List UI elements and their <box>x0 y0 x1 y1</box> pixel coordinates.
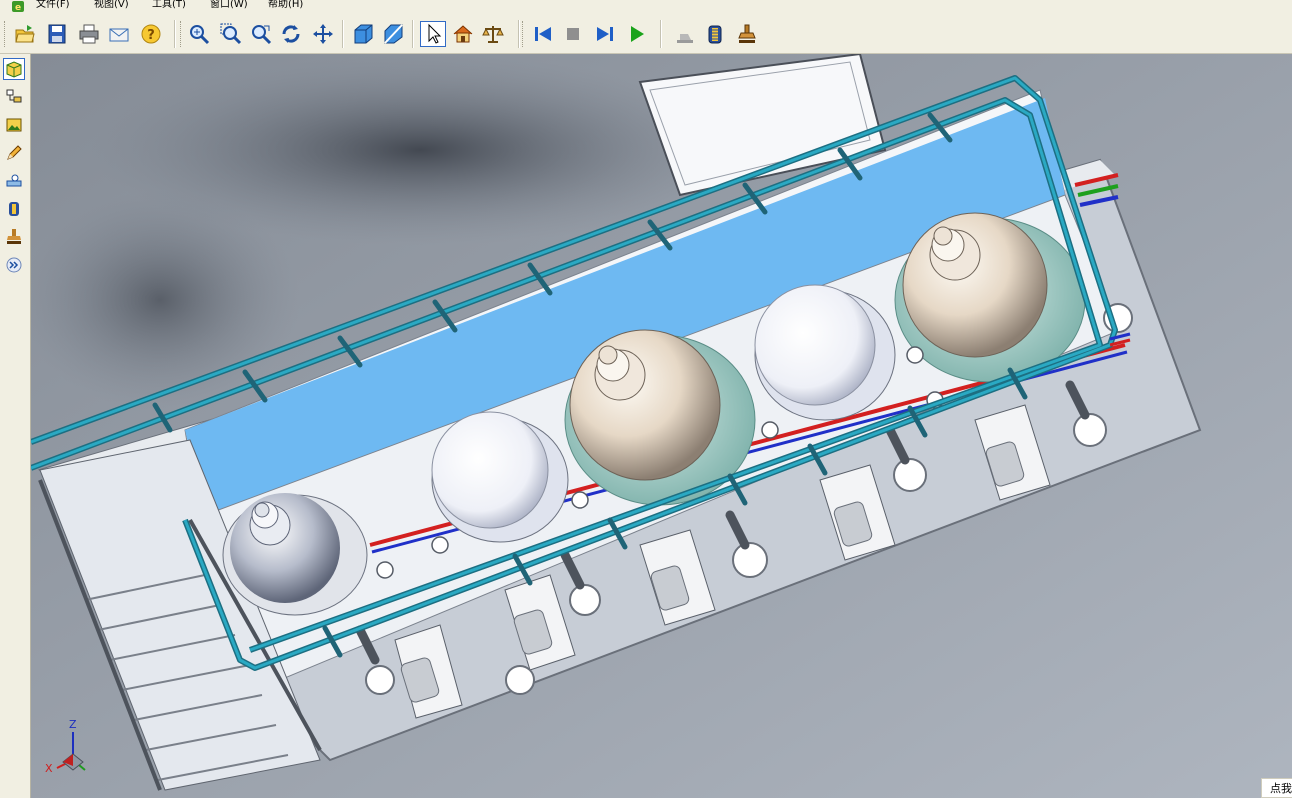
zoom-fit-button[interactable] <box>248 21 274 47</box>
select-button[interactable] <box>420 21 446 47</box>
open-button[interactable] <box>12 21 38 47</box>
help-button[interactable]: ? <box>138 21 164 47</box>
pencil-icon <box>7 145 22 160</box>
play-button[interactable] <box>624 21 650 47</box>
material-tool-icon <box>9 202 19 216</box>
app-logo-icon: e <box>12 1 24 13</box>
expand-panel-button[interactable] <box>3 254 25 276</box>
print-button[interactable] <box>76 21 102 47</box>
rotate-icon <box>282 25 300 43</box>
zoom-area-icon <box>220 23 242 45</box>
toolbar-separator <box>342 20 344 48</box>
email-icon <box>109 28 129 42</box>
print-icon <box>79 24 99 44</box>
step-forward-icon <box>597 27 613 41</box>
x-axis-label: X <box>45 762 53 775</box>
save-icon <box>48 24 66 44</box>
model-tree-button[interactable] <box>3 58 25 80</box>
menu-window[interactable]: 窗口(W) <box>210 0 248 11</box>
measure-tool-button[interactable] <box>3 170 25 192</box>
toolbar-grip[interactable] <box>4 21 8 47</box>
stamp-tool-icon <box>7 229 21 244</box>
toolbar-grip[interactable] <box>522 21 526 47</box>
zoom-area-button[interactable] <box>218 21 244 47</box>
go-to-start-icon <box>535 27 551 41</box>
corner-tooltip[interactable]: 点我 <box>1261 778 1292 798</box>
stop-icon <box>567 28 579 40</box>
toolbar-separator <box>174 20 176 48</box>
pan-button[interactable] <box>310 21 336 47</box>
menu-bar: e 文件(F) 视图(V) 工具(T) 窗口(W) 帮助(H) <box>0 0 1292 13</box>
3d-viewport[interactable]: Z X <box>31 54 1292 798</box>
menu-tools[interactable]: 工具(T) <box>152 0 186 11</box>
zoom-fit-icon <box>252 25 272 45</box>
markup-button[interactable] <box>672 21 698 47</box>
stamp-button[interactable] <box>734 21 760 47</box>
home-view-button[interactable] <box>450 21 476 47</box>
material-icon <box>708 25 722 44</box>
section-view-icon <box>384 24 403 44</box>
model-tree-icon <box>6 61 22 78</box>
material-button[interactable] <box>702 21 728 47</box>
measure-button[interactable] <box>480 21 506 47</box>
measure-icon <box>482 26 504 43</box>
save-button[interactable] <box>44 21 70 47</box>
menu-view[interactable]: 视图(V) <box>94 0 129 11</box>
email-button[interactable] <box>106 21 132 47</box>
assembly-tree-button[interactable] <box>3 86 25 108</box>
zoom-button[interactable] <box>186 21 212 47</box>
main-toolbar: ? <box>0 13 1292 54</box>
open-icon <box>15 25 35 43</box>
left-panel-toolbar <box>0 54 31 798</box>
assembly-tree-icon <box>6 89 22 103</box>
toolbar-grip[interactable] <box>180 21 184 47</box>
measure-tool-icon <box>6 174 22 187</box>
zoom-icon <box>190 25 210 45</box>
material-tool-button[interactable] <box>3 198 25 220</box>
stop-button[interactable] <box>560 21 586 47</box>
image-icon <box>6 118 22 132</box>
toolbar-separator <box>660 20 662 48</box>
toolbar-separator <box>412 20 414 48</box>
svg-text:?: ? <box>147 28 155 43</box>
toolbar-separator <box>518 20 520 48</box>
pencil-button[interactable] <box>3 142 25 164</box>
home-view-icon <box>453 25 473 43</box>
image-button[interactable] <box>3 114 25 136</box>
axis-triad: Z X <box>45 718 95 784</box>
help-icon: ? <box>141 24 161 44</box>
select-icon <box>428 23 442 44</box>
stamp-icon <box>738 24 756 43</box>
menu-file[interactable]: 文件(F) <box>36 0 70 11</box>
pan-icon <box>313 24 333 44</box>
play-icon <box>631 26 644 42</box>
3d-model-scene[interactable] <box>31 54 1292 798</box>
z-axis-label: Z <box>69 718 77 731</box>
expand-icon <box>6 257 22 273</box>
shaded-view-icon <box>354 24 373 44</box>
markup-icon <box>677 34 693 43</box>
menu-help[interactable]: 帮助(H) <box>268 0 303 11</box>
shaded-view-button[interactable] <box>350 21 376 47</box>
go-to-start-button[interactable] <box>530 21 556 47</box>
stamp-tool-button[interactable] <box>3 226 25 248</box>
rotate-button[interactable] <box>278 21 304 47</box>
step-forward-button[interactable] <box>592 21 618 47</box>
svg-text:e: e <box>15 3 21 13</box>
section-view-button[interactable] <box>380 21 406 47</box>
